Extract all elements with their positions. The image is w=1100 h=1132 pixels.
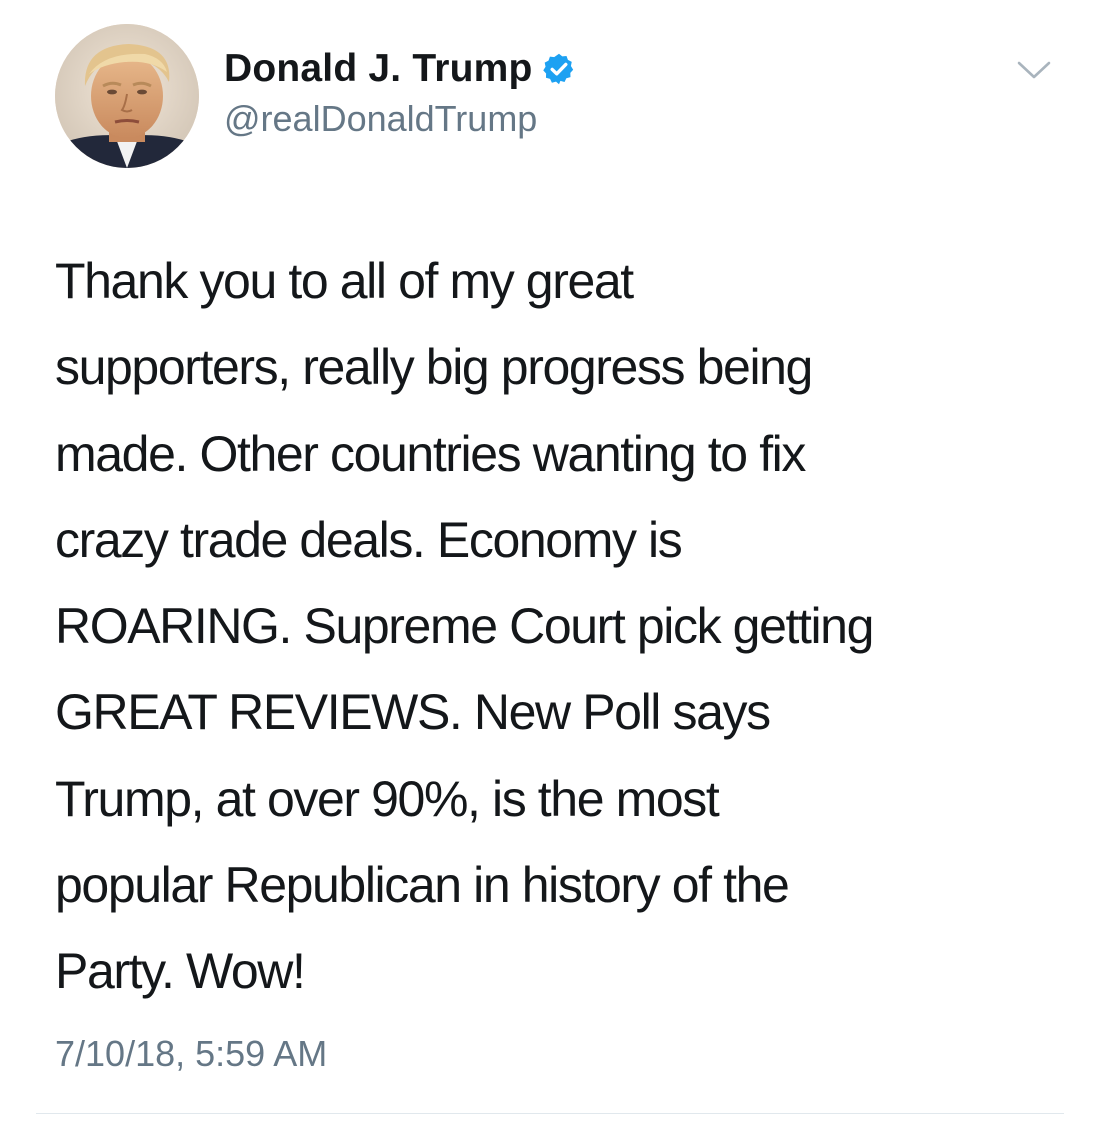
display-name[interactable]: Donald J. Trump <box>224 47 533 91</box>
author-name-row: Donald J. Trump <box>224 44 576 94</box>
avatar-image <box>55 24 199 168</box>
tweet-text: Thank you to all of my great supporters,… <box>55 253 874 1000</box>
tweet-timestamp[interactable]: 7/10/18, 5:59 AM <box>55 1033 327 1075</box>
avatar[interactable] <box>55 24 199 168</box>
chevron-down-icon[interactable] <box>1016 58 1052 82</box>
author-handle[interactable]: @realDonaldTrump <box>224 98 537 140</box>
divider <box>36 1113 1064 1114</box>
verified-badge-icon <box>542 52 576 86</box>
